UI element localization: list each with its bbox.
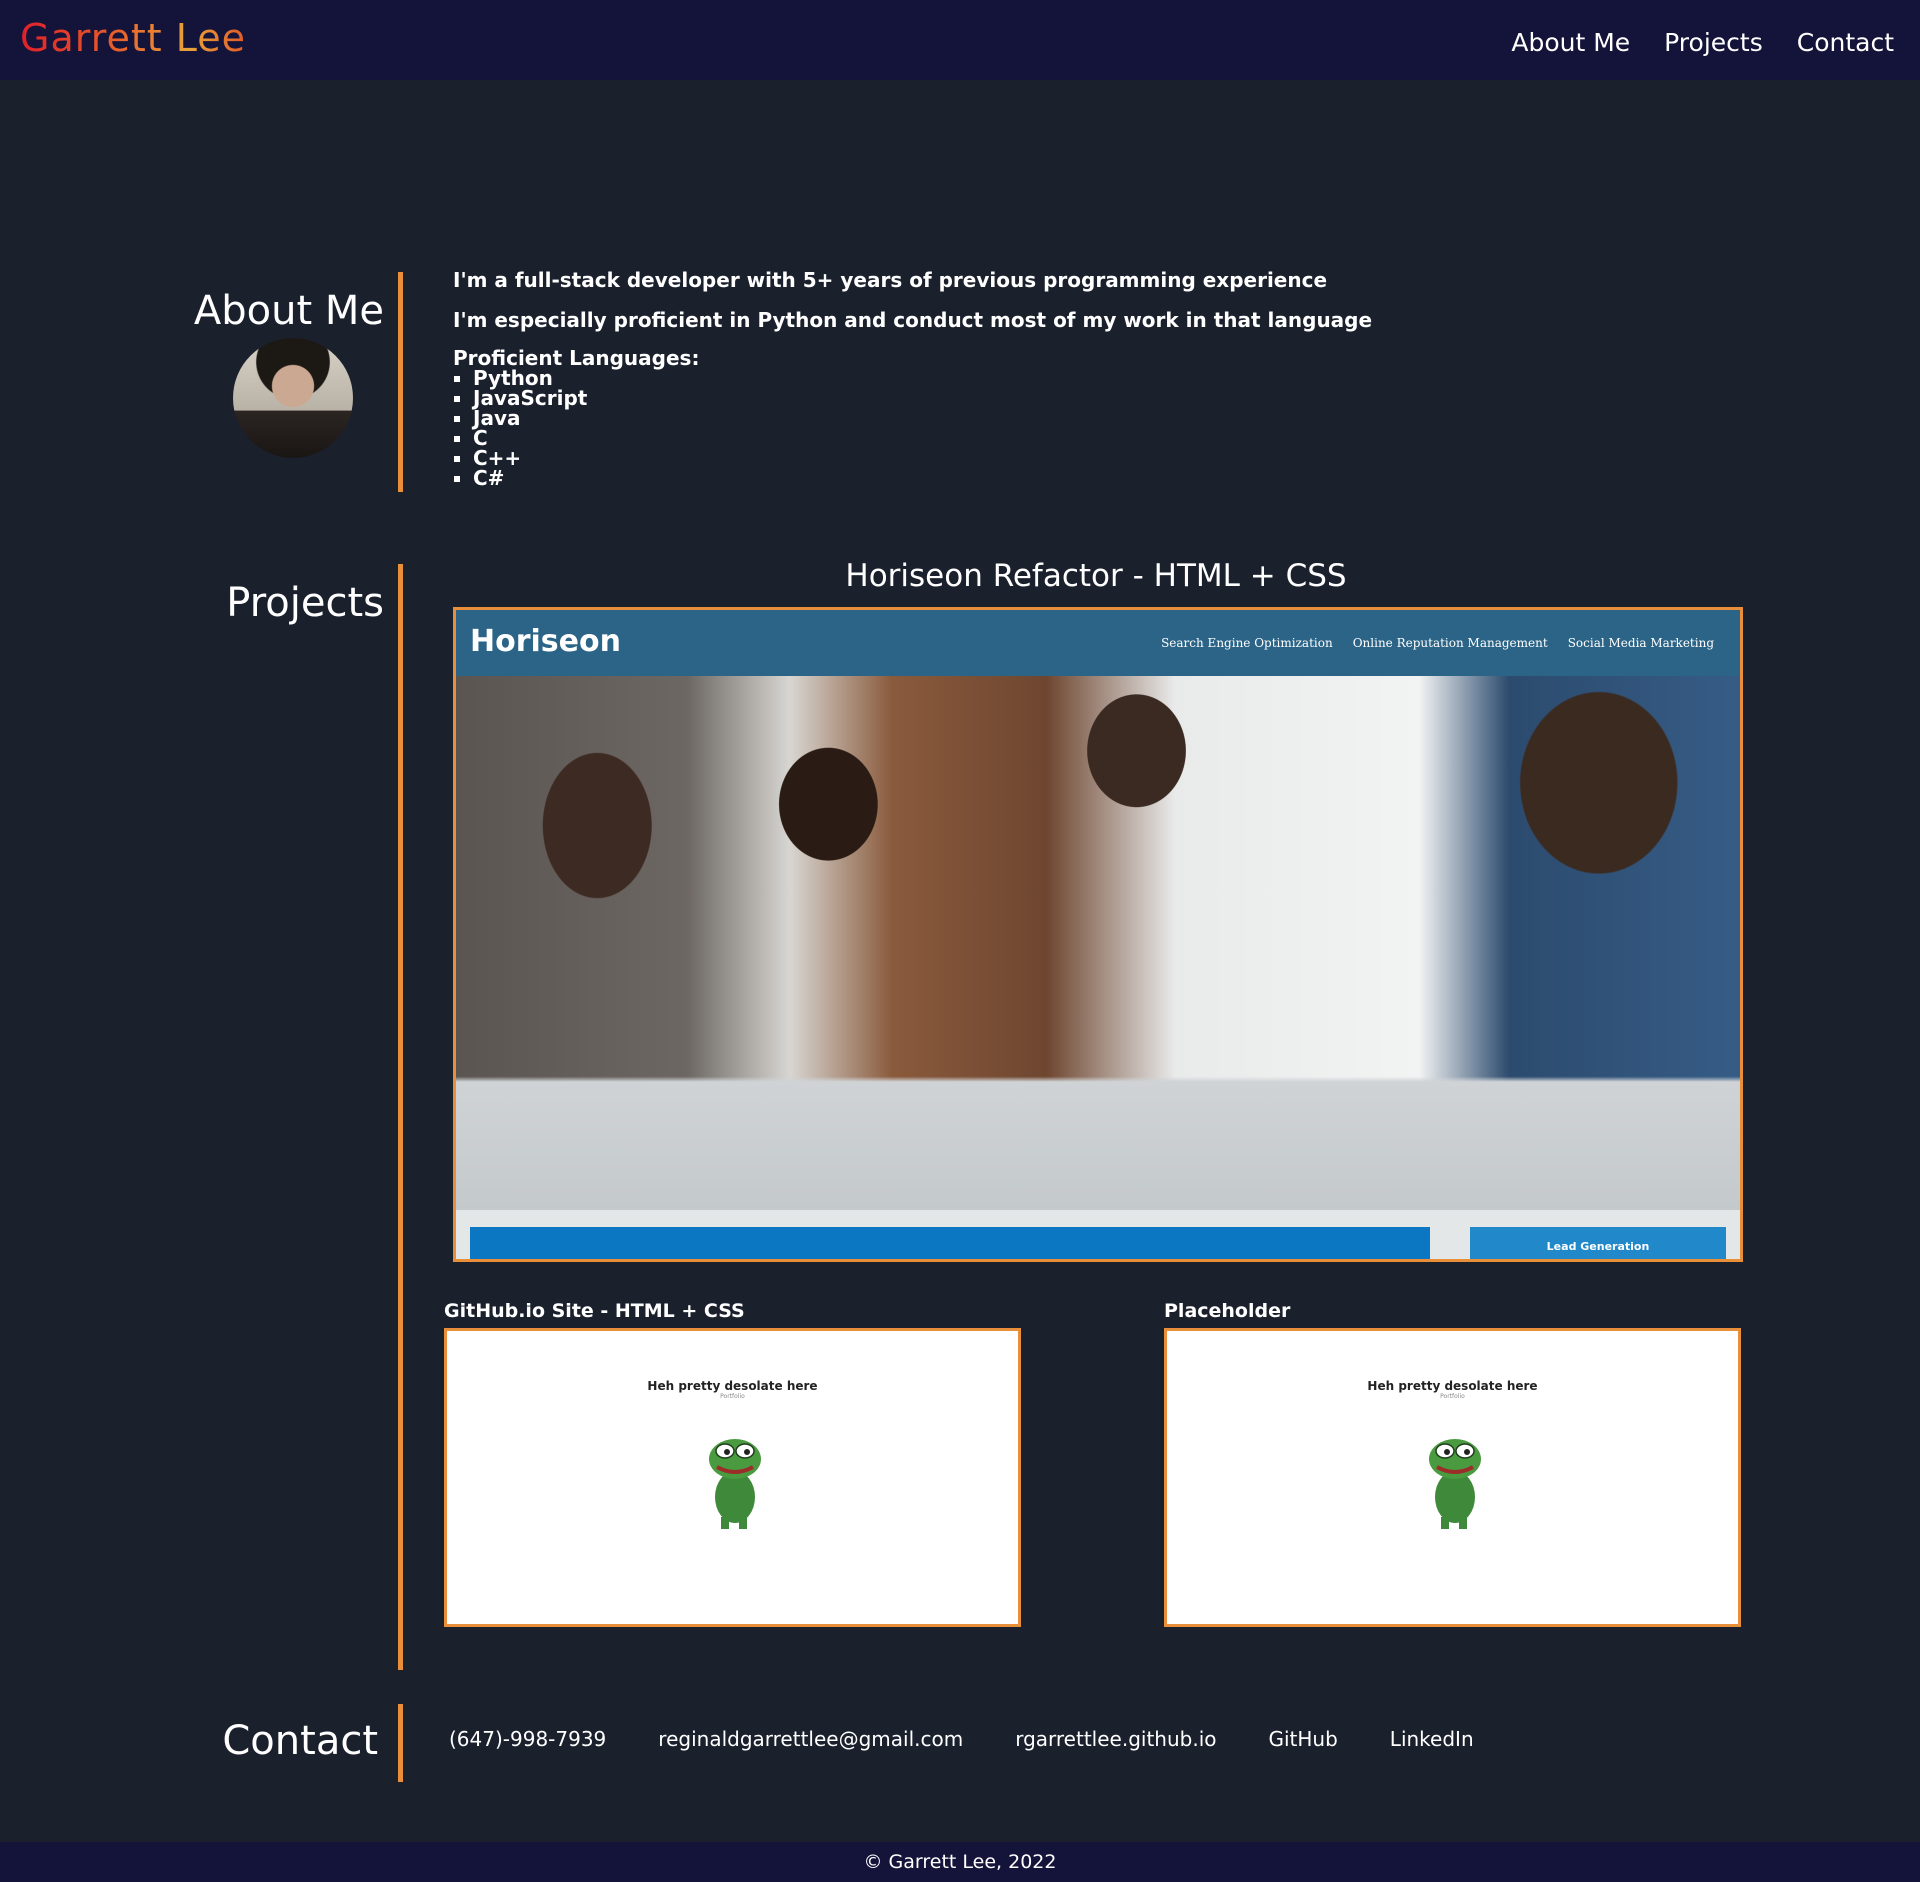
card-subtext: Portfolio xyxy=(720,1393,745,1400)
language-item: JavaScript xyxy=(473,388,1372,408)
about-divider xyxy=(398,272,403,492)
contact-title: Contact xyxy=(222,1718,378,1764)
site-header: Garrett Lee About Me Projects Contact xyxy=(0,0,1920,80)
language-item: C# xyxy=(473,468,1372,488)
language-item: C xyxy=(473,428,1372,448)
project-card-screenshot[interactable]: Heh pretty desolate here Portfolio xyxy=(444,1328,1021,1627)
frog-icon xyxy=(709,1439,761,1529)
contact-email-link[interactable]: reginaldgarrettlee@gmail.com xyxy=(658,1727,963,1751)
contact-site-link[interactable]: rgarrettlee.github.io xyxy=(1015,1727,1216,1751)
project-card-title: Placeholder xyxy=(1164,1300,1291,1322)
card-text: Heh pretty desolate here xyxy=(647,1379,818,1393)
project-card-title: GitHub.io Site - HTML + CSS xyxy=(444,1300,745,1322)
nav-projects-link[interactable]: Projects xyxy=(1664,28,1763,57)
about-line-1: I'm a full-stack developer with 5+ years… xyxy=(453,268,1328,292)
horiseon-lead-generation: Lead Generation xyxy=(1470,1227,1726,1259)
about-text: I'm a full-stack developer with 5+ years… xyxy=(453,268,1372,488)
contact-github-link[interactable]: GitHub xyxy=(1268,1727,1337,1751)
contact-phone-link[interactable]: (647)-998-7939 xyxy=(449,1727,606,1751)
project-card-screenshot[interactable]: Heh pretty desolate here Portfolio xyxy=(1164,1328,1741,1627)
nav-contact-link[interactable]: Contact xyxy=(1797,28,1894,57)
horiseon-nav-item: Search Engine Optimization xyxy=(1161,636,1333,650)
language-item: C++ xyxy=(473,448,1372,468)
nav-about-link[interactable]: About Me xyxy=(1511,28,1630,57)
languages-list: Python JavaScript Java C C++ C# xyxy=(453,368,1372,488)
contact-divider xyxy=(398,1704,403,1782)
languages-title: Proficient Languages: xyxy=(453,346,700,370)
projects-divider xyxy=(398,564,403,1670)
site-footer: © Garrett Lee, 2022 xyxy=(0,1842,1920,1882)
language-item: Python xyxy=(473,368,1372,388)
horiseon-header: Horiseon Search Engine Optimization Onli… xyxy=(456,610,1740,676)
horiseon-footer-bar xyxy=(470,1227,1430,1259)
copyright-text: © Garrett Lee, 2022 xyxy=(863,1851,1057,1873)
avatar xyxy=(233,338,353,458)
horiseon-logo: Horiseon xyxy=(470,624,621,659)
contact-linkedin-link[interactable]: LinkedIn xyxy=(1390,1727,1474,1751)
language-item: Java xyxy=(473,408,1372,428)
projects-title: Projects xyxy=(226,580,384,626)
horiseon-nav-item: Online Reputation Management xyxy=(1352,636,1548,650)
main-project-title: Horiseon Refactor - HTML + CSS xyxy=(845,558,1347,594)
main-nav: About Me Projects Contact xyxy=(1511,28,1894,57)
horiseon-nav-item: Social Media Marketing xyxy=(1567,636,1714,650)
horiseon-hero-image xyxy=(456,676,1740,1210)
frog-icon xyxy=(1429,1439,1481,1529)
contact-links: (647)-998-7939 reginaldgarrettlee@gmail.… xyxy=(449,1727,1474,1751)
card-text: Heh pretty desolate here xyxy=(1367,1379,1538,1393)
about-line-2: I'm especially proficient in Python and … xyxy=(453,308,1373,332)
card-subtext: Portfolio xyxy=(1440,1393,1465,1400)
main-project-screenshot[interactable]: Horiseon Search Engine Optimization Onli… xyxy=(453,607,1743,1262)
horiseon-nav: Search Engine Optimization Online Reputa… xyxy=(1161,636,1714,650)
brand-name[interactable]: Garrett Lee xyxy=(20,16,246,60)
about-title: About Me xyxy=(193,288,384,334)
